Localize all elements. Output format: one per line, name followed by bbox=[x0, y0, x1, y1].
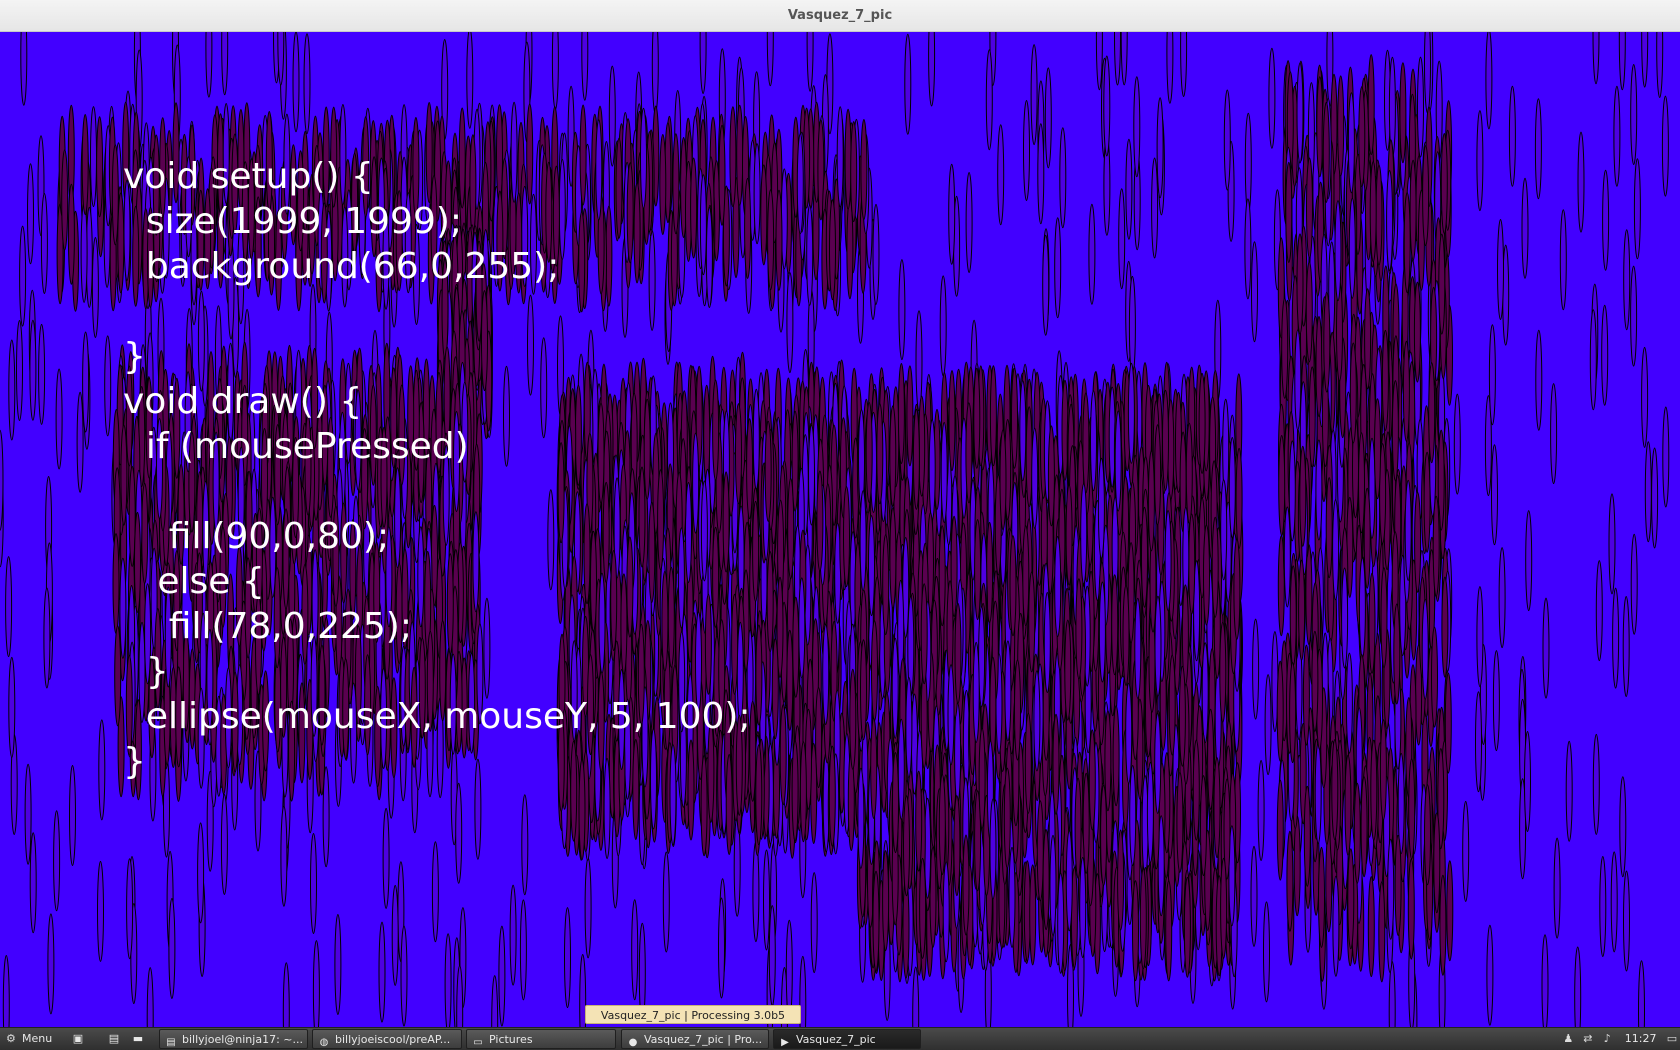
task-label: Vasquez_7_pic | Pro... bbox=[644, 1033, 763, 1046]
processing-icon: ● bbox=[628, 1037, 638, 1048]
task-label: Pictures bbox=[489, 1033, 533, 1046]
taskbar-tooltip: Vasquez_7_pic | Processing 3.0b5 bbox=[585, 1005, 801, 1024]
window-title: Vasquez_7_pic bbox=[787, 8, 893, 23]
taskbar-item-processing[interactable]: ● Vasquez_7_pic | Pro... bbox=[621, 1029, 769, 1049]
taskbar-item-terminal[interactable]: ▤ billyjoel@ninja17: ~... bbox=[159, 1029, 308, 1049]
task-label: billyjoeiscool/preAP... bbox=[335, 1033, 451, 1046]
taskbar: ⚙ Menu ▣ ▤ ▬ ▤ billyjoel@ninja17: ~... ◍ bi… bbox=[0, 1027, 1680, 1050]
menu-label: Menu bbox=[22, 1032, 53, 1045]
show-desktop-tray-icon[interactable]: ▭ bbox=[1664, 1029, 1680, 1049]
sketch-canvas[interactable]: void setup() { size(1999, 1999); backgro… bbox=[0, 32, 1680, 1027]
terminal-icon: ▤ bbox=[166, 1037, 176, 1048]
terminal-launcher-icon[interactable]: ▤ bbox=[104, 1029, 124, 1049]
user-icon[interactable]: ♟ bbox=[1560, 1029, 1576, 1049]
folder-icon: ▭ bbox=[473, 1037, 483, 1048]
menu-button[interactable]: ⚙ Menu bbox=[2, 1029, 60, 1049]
sketch-code-text: void setup() { size(1999, 1999); backgro… bbox=[123, 156, 751, 782]
taskbar-item-pictures[interactable]: ▭ Pictures bbox=[466, 1029, 616, 1049]
clock[interactable]: 11:27 bbox=[1625, 1029, 1657, 1049]
show-desktop-icon[interactable]: ▣ bbox=[68, 1029, 88, 1049]
task-label: Vasquez_7_pic bbox=[796, 1033, 876, 1046]
gear-icon: ⚙ bbox=[6, 1032, 16, 1045]
browser-icon: ◍ bbox=[319, 1037, 329, 1048]
window-titlebar: Vasquez_7_pic bbox=[0, 0, 1680, 32]
taskbar-item-browser[interactable]: ◍ billyjoeiscool/preAP... bbox=[312, 1029, 462, 1049]
files-launcher-icon[interactable]: ▬ bbox=[128, 1029, 148, 1049]
taskbar-item-sketch[interactable]: ▶ Vasquez_7_pic bbox=[773, 1029, 921, 1049]
system-tray: ♟ ⇄ ♪ 11:27 ▭ bbox=[1560, 1029, 1680, 1049]
sketch-run-icon: ▶ bbox=[781, 1037, 789, 1048]
task-label: billyjoel@ninja17: ~... bbox=[182, 1033, 303, 1046]
volume-icon[interactable]: ♪ bbox=[1599, 1029, 1615, 1049]
network-icon[interactable]: ⇄ bbox=[1580, 1029, 1596, 1049]
